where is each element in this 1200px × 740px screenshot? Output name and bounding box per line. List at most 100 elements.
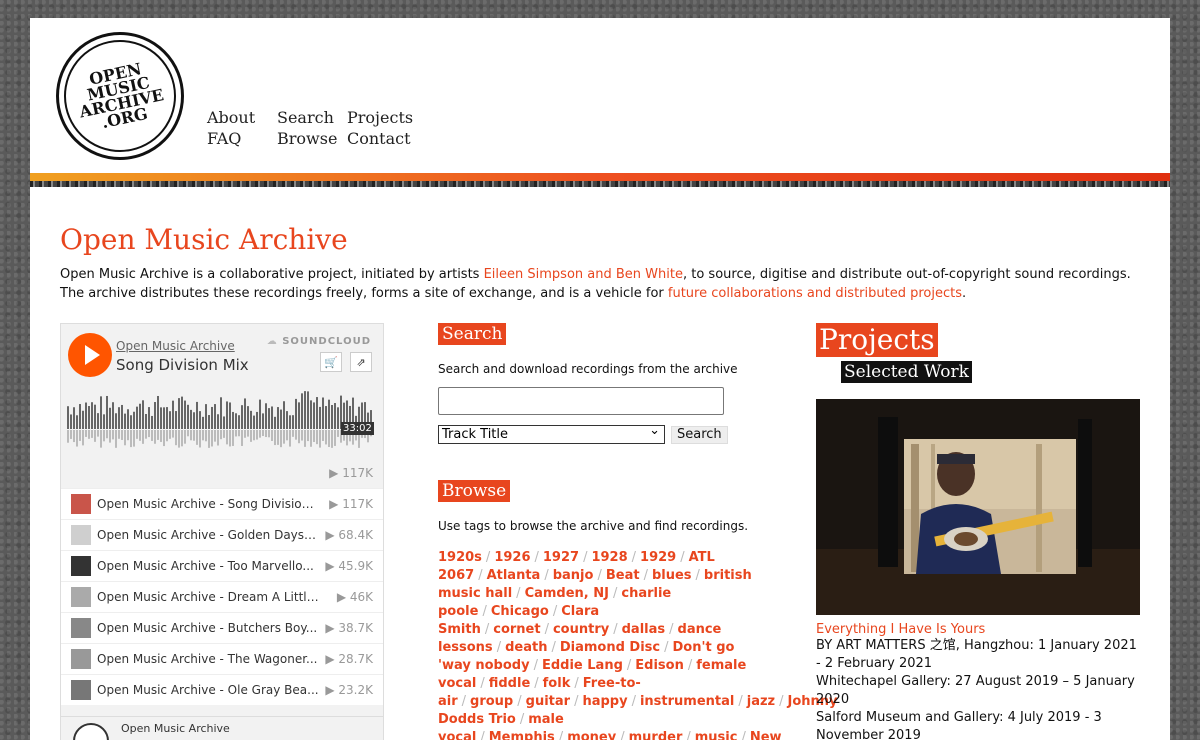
- tag-link[interactable]: cornet: [493, 622, 540, 637]
- waveform-bar: [85, 402, 87, 429]
- tag-link[interactable]: jazz: [747, 694, 775, 709]
- player-user-link[interactable]: Open Music Archive: [116, 339, 235, 353]
- tag-link[interactable]: 1928: [591, 550, 627, 565]
- waveform-bar-reflection: [265, 430, 267, 438]
- track-row[interactable]: Open Music Archive - Song Division ... ▶ …: [61, 488, 383, 519]
- project-title-link[interactable]: Everything I Have Is Yours: [816, 622, 1141, 637]
- search-description: Search and download recordings from the …: [438, 362, 738, 376]
- soundcloud-logo[interactable]: ☁ SOUNDCLOUD: [267, 336, 371, 347]
- nav-about[interactable]: About: [207, 108, 277, 127]
- waveform-bar-reflection: [316, 430, 318, 445]
- tag-link[interactable]: fiddle: [489, 676, 531, 691]
- project-image-graphic: [816, 399, 1140, 615]
- play-count: ▶ 117K: [329, 466, 373, 480]
- search-field-select[interactable]: Track Title: [438, 423, 665, 444]
- footer-user[interactable]: Open Music Archive: [121, 722, 230, 735]
- tag-link[interactable]: death: [505, 640, 547, 655]
- waveform-bar-reflection: [115, 430, 117, 448]
- nav-projects[interactable]: Projects: [347, 108, 417, 127]
- tag-link[interactable]: 1926: [494, 550, 530, 565]
- future-projects-link[interactable]: future collaborations and distributed pr…: [668, 286, 962, 301]
- tag-link[interactable]: instrumental: [640, 694, 734, 709]
- track-title: Open Music Archive - Song Division ...: [97, 497, 319, 511]
- waveform-bar: [97, 413, 99, 429]
- tag-separator: /: [552, 604, 558, 619]
- share-button[interactable]: ⇗: [350, 352, 372, 372]
- waveform-bar-reflection: [304, 430, 306, 447]
- projects-column: Projects Selected Work Everything I Have…: [816, 323, 1141, 740]
- tag-link[interactable]: Camden, NJ: [525, 586, 609, 601]
- search-button[interactable]: Search: [671, 425, 728, 444]
- track-thumbnail: [71, 649, 91, 669]
- nav-search[interactable]: Search: [277, 108, 347, 127]
- tag-link[interactable]: country: [553, 622, 609, 637]
- waveform-bar: [166, 407, 168, 429]
- waveform-bar: [178, 398, 180, 429]
- tag-link[interactable]: dallas: [622, 622, 666, 637]
- tag-separator: /: [544, 622, 549, 637]
- waveform-bar-reflection: [208, 430, 210, 448]
- player-track-title[interactable]: Song Division Mix: [116, 356, 249, 374]
- waveform-bar: [67, 406, 69, 429]
- search-input[interactable]: [438, 387, 724, 415]
- tag-link[interactable]: Edison: [635, 658, 684, 673]
- tag-link[interactable]: music: [695, 730, 738, 740]
- tag-link[interactable]: blues: [652, 568, 692, 583]
- waveform-bar-reflection: [226, 430, 228, 445]
- waveform-bar-reflection: [325, 430, 327, 445]
- waveform-bar-reflection: [133, 430, 135, 447]
- waveform-bar-reflection: [130, 430, 132, 448]
- tag-link[interactable]: Atlanta: [487, 568, 541, 583]
- track-row[interactable]: Open Music Archive - Too Marvello... ▶ 45…: [61, 550, 383, 581]
- tag-link[interactable]: Beat: [606, 568, 640, 583]
- tag-link[interactable]: group: [470, 694, 513, 709]
- waveform-bar: [118, 407, 120, 429]
- waveform-bar: [187, 404, 189, 429]
- buy-button[interactable]: 🛒: [320, 352, 342, 372]
- waveform-bar: [115, 413, 117, 429]
- play-button[interactable]: [68, 333, 112, 377]
- site-logo[interactable]: OPEN MUSIC ARCHIVE .ORG: [53, 29, 187, 163]
- tag-link[interactable]: guitar: [526, 694, 570, 709]
- nav-browse[interactable]: Browse: [277, 129, 347, 148]
- tag-link[interactable]: Eddie Lang: [542, 658, 623, 673]
- waveform-bar: [271, 406, 273, 429]
- track-row[interactable]: Open Music Archive - Dream A Little ... ▶…: [61, 581, 383, 612]
- tag-link[interactable]: 1920s: [438, 550, 482, 565]
- waveform-bar: [190, 409, 192, 429]
- track-row[interactable]: Open Music Archive - Butchers Boy... ▶ 38…: [61, 612, 383, 643]
- waveform-bar-reflection: [268, 430, 270, 438]
- project-image[interactable]: [816, 399, 1140, 615]
- waveform-bar-reflection: [109, 430, 111, 443]
- track-row[interactable]: Open Music Archive - Golden Days ... ▶ 68…: [61, 519, 383, 550]
- waveform-bar: [106, 395, 108, 429]
- tag-separator: /: [680, 550, 685, 565]
- tag-link[interactable]: murder: [629, 730, 683, 740]
- tag-link[interactable]: money: [567, 730, 616, 740]
- waveform-bar: [79, 404, 81, 429]
- track-row[interactable]: Open Music Archive - The Wagoner... ▶ 28.…: [61, 643, 383, 674]
- avatar[interactable]: [73, 723, 109, 740]
- tag-separator: /: [626, 658, 632, 673]
- tag-link[interactable]: happy: [582, 694, 627, 709]
- tag-link[interactable]: Chicago: [491, 604, 549, 619]
- artists-link[interactable]: Eileen Simpson and Ben White: [484, 267, 683, 282]
- waveform-bar: [208, 415, 210, 429]
- tag-link[interactable]: Memphis: [489, 730, 555, 740]
- waveform[interactable]: [67, 384, 373, 454]
- waveform-bar: [334, 403, 336, 429]
- tag-link[interactable]: folk: [543, 676, 571, 691]
- waveform-bar-reflection: [322, 430, 324, 441]
- site-header: OPEN MUSIC ARCHIVE .ORG About Search Pro…: [30, 18, 1170, 187]
- track-row[interactable]: Open Music Archive - Ole Gray Bea... ▶ 23…: [61, 674, 383, 705]
- waveform-bar: [289, 415, 291, 429]
- tag-separator: /: [583, 550, 588, 565]
- tag-link[interactable]: 1927: [543, 550, 579, 565]
- tag-link[interactable]: 1929: [640, 550, 676, 565]
- tag-separator: /: [695, 568, 700, 583]
- tag-link[interactable]: Diamond Disc: [560, 640, 660, 655]
- nav-contact[interactable]: Contact: [347, 129, 417, 148]
- nav-faq[interactable]: FAQ: [207, 129, 277, 148]
- tag-link[interactable]: banjo: [553, 568, 594, 583]
- tag-separator: /: [669, 622, 674, 637]
